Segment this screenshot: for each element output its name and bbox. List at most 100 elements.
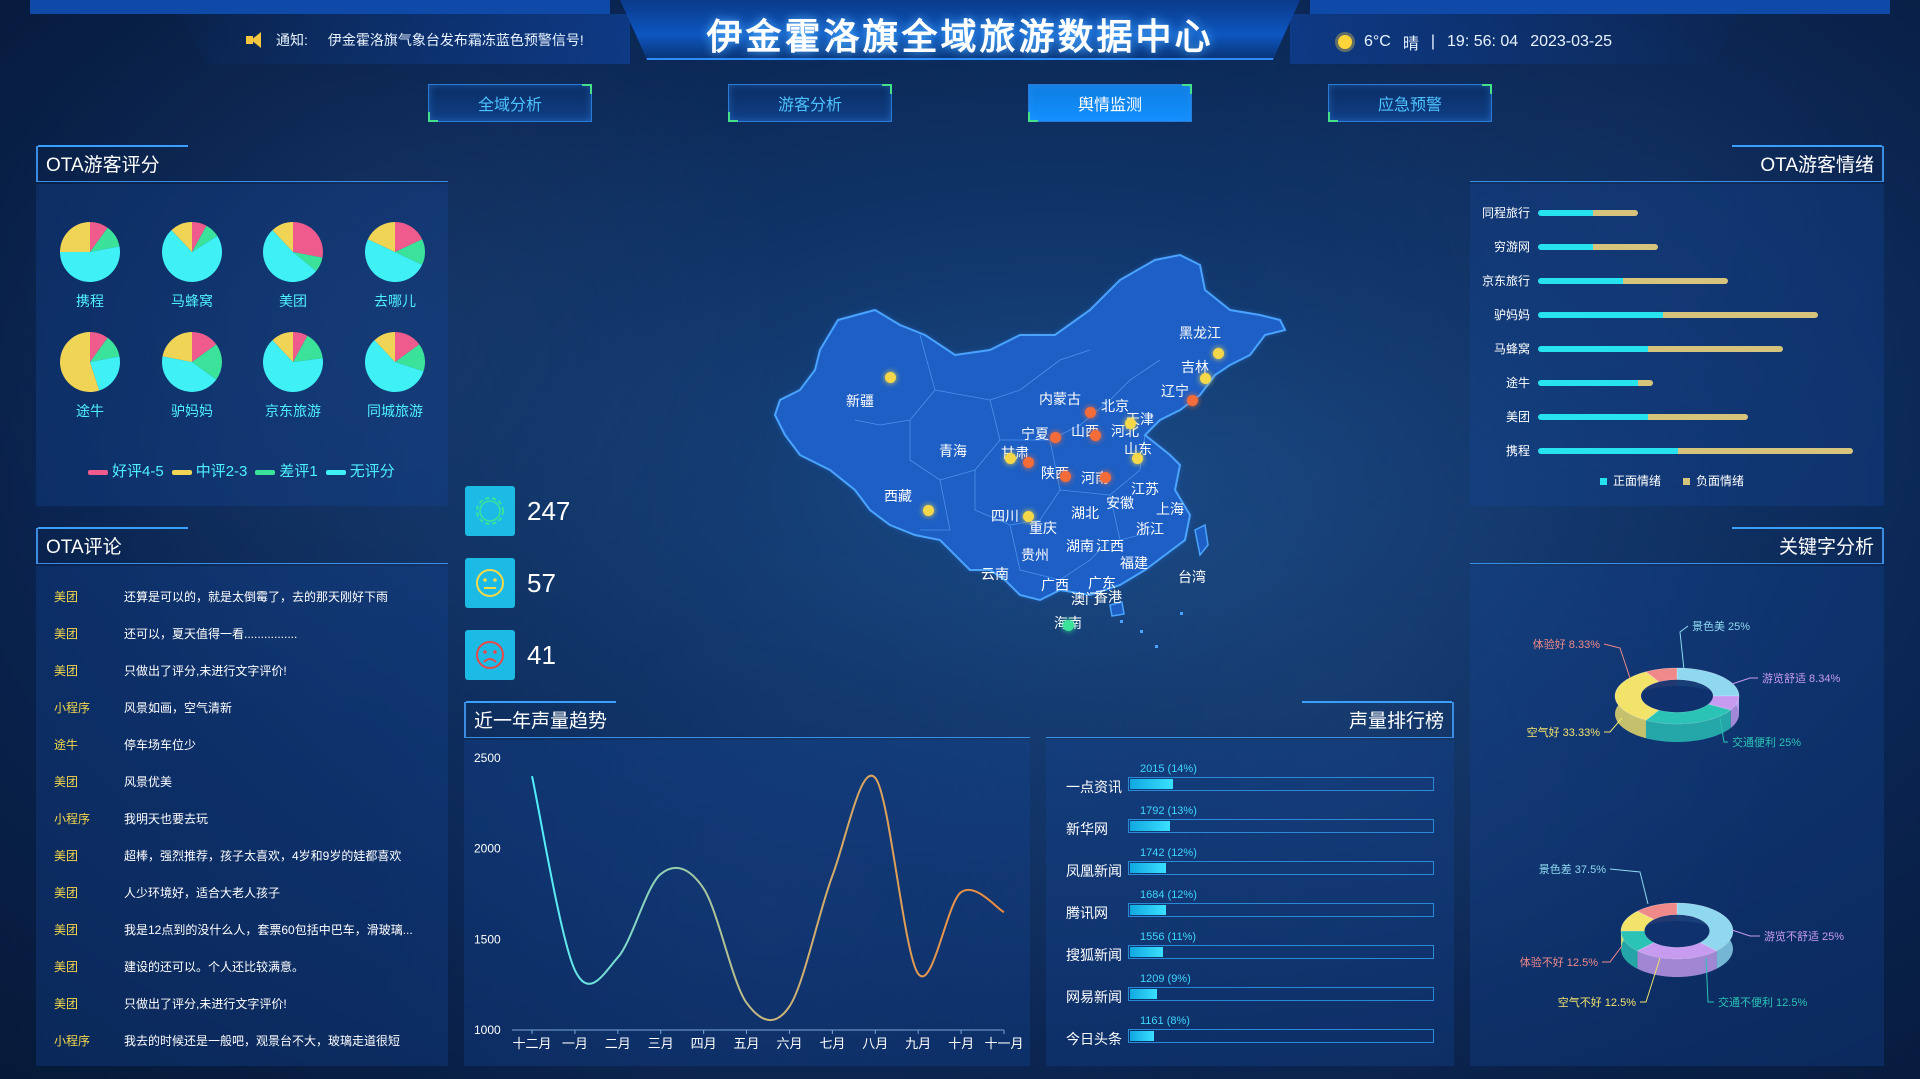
comment-row[interactable]: 小程序 我明天也要去玩 [54, 810, 424, 827]
title-accent [466, 701, 616, 703]
emotion-row[interactable]: 途牛 [1470, 374, 1890, 391]
map-label[interactable]: 西藏 [884, 486, 912, 506]
comment-row[interactable]: 美团 我是12点到的没什么人，套票60包括中巴车，滑玻璃... [54, 921, 424, 938]
pie-7[interactable]: 同城旅游 [355, 330, 435, 421]
comment-row[interactable]: 美团 超棒，强烈推荐，孩子太喜欢，4岁和9岁的娃都喜欢 [54, 847, 424, 864]
tab-alerts[interactable]: 应急预警 [1328, 84, 1492, 122]
emotion-row[interactable]: 携程 [1470, 442, 1890, 459]
map-label[interactable]: 青海 [939, 441, 967, 461]
map-label[interactable]: 香港 [1094, 587, 1122, 607]
negative-bar [1623, 277, 1728, 284]
comment-text: 建设的还可以。个人还比较满意。 [124, 960, 305, 974]
map-label[interactable]: 贵州 [1021, 545, 1049, 565]
emotion-row[interactable]: 同程旅行 [1470, 204, 1890, 221]
pie-6[interactable]: 京东旅游 [253, 330, 333, 421]
emotion-row[interactable]: 美团 [1470, 408, 1890, 425]
keyword-label: 景色美 25% [1692, 619, 1750, 633]
tab-sentiment[interactable]: 舆情监测 [1028, 84, 1192, 122]
comment-row[interactable]: 小程序 风景如画，空气清新 [54, 699, 424, 716]
map-label[interactable]: 辽宁 [1161, 381, 1189, 401]
map-marker[interactable] [1085, 407, 1096, 418]
ranking-value: 1161 (8%) [1140, 1015, 1190, 1027]
emotion-row[interactable]: 穷游网 [1470, 238, 1890, 255]
pie-chart [263, 222, 323, 282]
comment-row[interactable]: 美团 还算是可以的，就是太倒霉了，去的那天刚好下雨 [54, 588, 424, 605]
notice-label: 通知: [276, 32, 308, 48]
map-marker[interactable] [885, 372, 896, 383]
pie-0[interactable]: 携程 [50, 220, 130, 311]
comment-row[interactable]: 美团 还可以，夏天值得一看................ [54, 625, 424, 642]
ota-score-legend: 好评4-5 中评2-3 差评1 无评分 [88, 460, 395, 481]
map-marker[interactable] [1132, 453, 1143, 464]
speaker-icon [246, 31, 266, 49]
map-label[interactable]: 上海 [1156, 499, 1184, 519]
keyword-label: 体验好 8.33% [1533, 637, 1600, 651]
map-label[interactable]: 新疆 [846, 391, 874, 411]
map-marker[interactable] [1050, 432, 1061, 443]
legend-good: 好评4-5 [88, 460, 164, 481]
map-marker[interactable] [1063, 620, 1074, 631]
map-label[interactable]: 宁夏 [1021, 424, 1049, 444]
map-label[interactable]: 湖南 [1066, 536, 1094, 556]
map-marker[interactable] [1125, 418, 1136, 429]
y-tick-label: 1500 [474, 932, 501, 946]
pie-1[interactable]: 马蜂窝 [152, 220, 232, 311]
header-left-line [30, 0, 610, 14]
map-label[interactable]: 重庆 [1029, 518, 1057, 538]
ranking-fill [1130, 821, 1170, 831]
map-marker[interactable] [1005, 453, 1016, 464]
x-tick-label: 九月 [905, 1036, 931, 1051]
map-marker[interactable] [1187, 395, 1198, 406]
comment-row[interactable]: 途牛 停车场车位少 [54, 736, 424, 753]
map-marker[interactable] [1213, 348, 1224, 359]
emotion-platform: 驴妈妈 [1493, 308, 1530, 322]
comment-row[interactable]: 美团 人少环境好，适合大老人孩子 [54, 884, 424, 901]
map-label[interactable]: 云南 [981, 564, 1009, 584]
y-tick-label: 2500 [474, 751, 501, 765]
map-label[interactable]: 四川 [991, 506, 1019, 526]
map-label[interactable]: 内蒙古 [1039, 389, 1081, 409]
map-marker[interactable] [923, 505, 934, 516]
negative-count: 41 [527, 639, 556, 670]
pie-4[interactable]: 途牛 [50, 330, 130, 421]
legend-positive: 正面情绪 [1600, 472, 1661, 489]
map-label[interactable]: 黑龙江 [1179, 323, 1221, 343]
pie-5[interactable]: 驴妈妈 [152, 330, 232, 421]
map-marker[interactable] [1023, 511, 1034, 522]
map-marker[interactable] [1200, 373, 1211, 384]
keywords-header: 关键字分析 [1470, 527, 1884, 564]
pie-2[interactable]: 美团 [253, 220, 333, 311]
keyword-label: 体验不好 12.5% [1520, 955, 1598, 969]
map-label[interactable]: 浙江 [1136, 519, 1164, 539]
map-marker[interactable] [1100, 472, 1111, 483]
comment-row[interactable]: 美团 只做出了评分,未进行文字评价! [54, 995, 424, 1012]
ranking-value: 2015 (14%) [1140, 763, 1197, 775]
map-label[interactable]: 湖北 [1071, 503, 1099, 523]
ota-emotion-title: OTA游客情绪 [1760, 155, 1874, 176]
map-label[interactable]: 北京 [1101, 396, 1129, 416]
emotion-row[interactable]: 马蜂窝 [1470, 340, 1890, 357]
tab-overall[interactable]: 全域分析 [428, 84, 592, 122]
comment-row[interactable]: 美团 建设的还可以。个人还比较满意。 [54, 958, 424, 975]
comment-row[interactable]: 小程序 我去的时候还是一般吧，观景台不大，玻璃走道很短 [54, 1032, 424, 1049]
legend-bad: 差评1 [255, 460, 318, 481]
map-label[interactable]: 台湾 [1178, 567, 1206, 587]
map-marker[interactable] [1090, 430, 1101, 441]
map-marker[interactable] [1060, 471, 1071, 482]
map-label[interactable]: 广西 [1041, 575, 1069, 595]
pie-label: 携程 [76, 293, 104, 309]
pie-3[interactable]: 去哪儿 [355, 220, 435, 311]
y-tick-label: 1000 [474, 1023, 501, 1037]
emotion-row[interactable]: 京东旅行 [1470, 272, 1890, 289]
emotion-row[interactable]: 驴妈妈 [1470, 306, 1890, 323]
comment-row[interactable]: 美团 风景优美 [54, 773, 424, 790]
header: 伊金霍洛旗全域旅游数据中心 通知: 伊金霍洛旗气象台发布霜冻蓝色预警信号! 6°… [0, 0, 1920, 64]
map-label[interactable]: 福建 [1120, 553, 1148, 573]
comment-row[interactable]: 美团 只做出了评分,未进行文字评价! [54, 662, 424, 679]
tab-visitors[interactable]: 游客分析 [728, 84, 892, 122]
map-label[interactable]: 安徽 [1106, 493, 1134, 513]
map-label[interactable]: 江苏 [1131, 479, 1159, 499]
map-marker[interactable] [1023, 457, 1034, 468]
notice-text[interactable]: 伊金霍洛旗气象台发布霜冻蓝色预警信号! [328, 30, 584, 50]
stat-negative: 41 [465, 630, 556, 680]
